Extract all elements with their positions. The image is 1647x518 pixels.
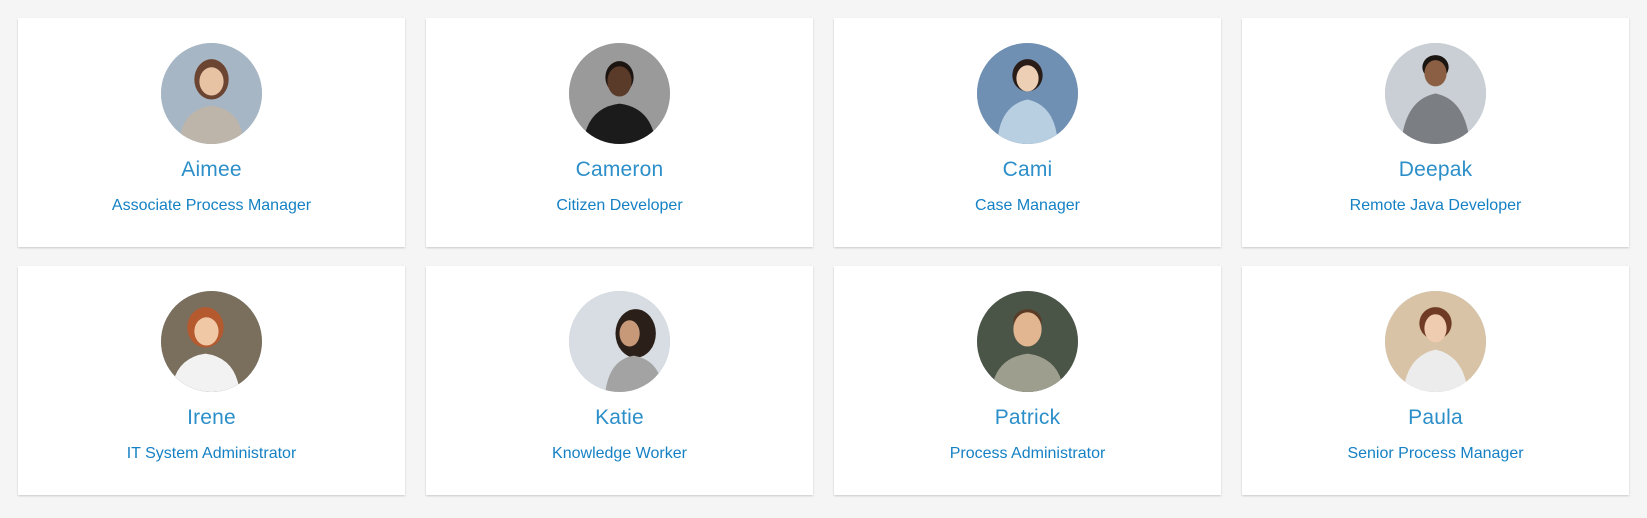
avatar — [161, 43, 262, 144]
persona-role[interactable]: Case Manager — [834, 196, 1221, 216]
persona-name[interactable]: Deepak — [1242, 157, 1629, 183]
person-photo-icon — [569, 291, 670, 392]
persona-card-deepak[interactable]: Deepak Remote Java Developer — [1242, 18, 1629, 247]
avatar — [977, 43, 1078, 144]
persona-role[interactable]: Senior Process Manager — [1242, 444, 1629, 464]
persona-name[interactable]: Cameron — [426, 157, 813, 183]
avatar — [569, 291, 670, 392]
persona-card-katie[interactable]: Katie Knowledge Worker — [426, 266, 813, 495]
persona-card-cameron[interactable]: Cameron Citizen Developer — [426, 18, 813, 247]
avatar — [977, 291, 1078, 392]
persona-role[interactable]: Remote Java Developer — [1242, 196, 1629, 216]
persona-name[interactable]: Irene — [18, 405, 405, 431]
persona-role[interactable]: IT System Administrator — [18, 444, 405, 464]
avatar — [1385, 291, 1486, 392]
persona-card-paula[interactable]: Paula Senior Process Manager — [1242, 266, 1629, 495]
persona-card-patrick[interactable]: Patrick Process Administrator — [834, 266, 1221, 495]
person-photo-icon — [1385, 43, 1486, 144]
persona-role[interactable]: Citizen Developer — [426, 196, 813, 216]
avatar — [1385, 43, 1486, 144]
persona-grid: Aimee Associate Process Manager Cameron … — [0, 0, 1647, 495]
person-photo-icon — [977, 291, 1078, 392]
person-photo-icon — [1385, 291, 1486, 392]
persona-name[interactable]: Cami — [834, 157, 1221, 183]
avatar — [161, 291, 262, 392]
persona-card-irene[interactable]: Irene IT System Administrator — [18, 266, 405, 495]
persona-name[interactable]: Aimee — [18, 157, 405, 183]
persona-role[interactable]: Process Administrator — [834, 444, 1221, 464]
person-photo-icon — [569, 43, 670, 144]
persona-name[interactable]: Katie — [426, 405, 813, 431]
persona-name[interactable]: Patrick — [834, 405, 1221, 431]
person-photo-icon — [977, 43, 1078, 144]
person-photo-icon — [161, 43, 262, 144]
persona-role[interactable]: Knowledge Worker — [426, 444, 813, 464]
persona-card-cami[interactable]: Cami Case Manager — [834, 18, 1221, 247]
persona-name[interactable]: Paula — [1242, 405, 1629, 431]
avatar — [569, 43, 670, 144]
person-photo-icon — [161, 291, 262, 392]
persona-card-aimee[interactable]: Aimee Associate Process Manager — [18, 18, 405, 247]
persona-role[interactable]: Associate Process Manager — [18, 196, 405, 216]
